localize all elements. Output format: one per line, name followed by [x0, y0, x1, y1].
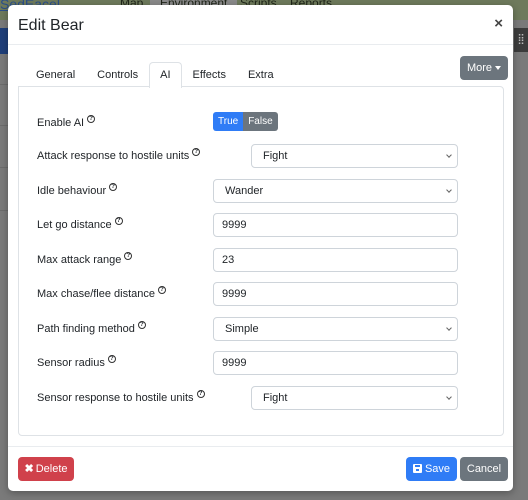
path-finding-label: Path finding method?	[37, 321, 146, 335]
attack-response-row: Attack response to hostile units? Fight	[37, 144, 503, 170]
max-chase-flee-input[interactable]: 9999	[213, 282, 458, 306]
sensor-radius-input[interactable]: 9999	[213, 351, 458, 375]
chevron-down-icon	[446, 394, 452, 400]
close-button[interactable]: ×	[494, 16, 503, 31]
tab-extra[interactable]: Extra	[237, 62, 285, 87]
chevron-down-icon	[446, 325, 452, 331]
tab-general[interactable]: General	[25, 62, 86, 87]
sensor-response-row: Sensor response to hostile units? Fight	[37, 386, 503, 412]
close-icon: ×	[494, 15, 503, 32]
sensor-radius-row: Sensor radius? 9999	[37, 351, 503, 377]
floppy-disk-icon	[412, 464, 422, 473]
edit-modal: Edit Bear × General Controls AI Effects …	[8, 5, 513, 491]
max-chase-flee-label: Max chase/flee distance?	[37, 286, 167, 300]
sensor-response-label: Sensor response to hostile units?	[37, 390, 205, 404]
help-icon[interactable]: ?	[87, 115, 96, 123]
ai-tab-panel: Enable AI? True False Attack response to…	[18, 86, 504, 436]
help-icon[interactable]: ?	[124, 252, 133, 260]
let-go-distance-row: Let go distance? 9999	[37, 213, 503, 239]
idle-behaviour-label: Idle behaviour?	[37, 183, 118, 197]
delete-button[interactable]: ✖ Delete	[18, 457, 74, 481]
enable-ai-label: Enable AI?	[37, 115, 96, 129]
max-attack-range-input[interactable]: 23	[213, 248, 458, 272]
idle-behaviour-row: Idle behaviour? Wander	[37, 179, 503, 205]
caret-down-icon	[495, 66, 502, 71]
delete-x-icon: ✖	[24, 463, 34, 475]
help-icon[interactable]: ?	[137, 321, 146, 329]
max-chase-flee-row: Max chase/flee distance? 9999	[37, 282, 503, 308]
more-dropdown-button[interactable]: More	[460, 56, 508, 80]
modal-title: Edit Bear	[18, 17, 84, 34]
idle-behaviour-select[interactable]: Wander	[213, 179, 458, 203]
help-icon[interactable]: ?	[158, 286, 167, 294]
attack-response-value: Fight	[263, 150, 288, 162]
tab-ai[interactable]: AI	[149, 62, 182, 88]
tab-bar: General Controls AI Effects Extra	[25, 62, 285, 88]
let-go-distance-label: Let go distance?	[37, 217, 123, 231]
path-finding-value: Simple	[225, 323, 259, 335]
max-attack-range-row: Max attack range? 23	[37, 248, 503, 274]
delete-label: Delete	[35, 463, 68, 475]
sensor-response-value: Fight	[263, 392, 288, 404]
path-finding-row: Path finding method? Simple	[37, 317, 503, 343]
help-icon[interactable]: ?	[196, 390, 205, 398]
help-icon[interactable]: ?	[109, 183, 118, 191]
tab-controls[interactable]: Controls	[86, 62, 149, 87]
max-attack-range-label: Max attack range?	[37, 252, 133, 266]
modal-header: Edit Bear ×	[8, 5, 513, 45]
chevron-down-icon	[446, 152, 452, 158]
idle-behaviour-value: Wander	[225, 185, 264, 197]
enable-ai-toggle: True False	[213, 112, 278, 131]
let-go-distance-input[interactable]: 9999	[213, 213, 458, 237]
attack-response-label: Attack response to hostile units?	[37, 148, 201, 162]
save-label: Save	[424, 463, 451, 475]
enable-ai-row: Enable AI? True False	[37, 111, 503, 137]
save-button[interactable]: Save	[406, 457, 457, 481]
background-grid-icon: ⣿	[514, 28, 528, 52]
help-icon[interactable]: ?	[114, 217, 123, 225]
help-icon[interactable]: ?	[192, 148, 201, 156]
help-icon[interactable]: ?	[107, 355, 116, 363]
enable-ai-true-button[interactable]: True	[213, 112, 244, 131]
chevron-down-icon	[446, 187, 452, 193]
modal-footer: ✖ Delete Save Cancel	[8, 446, 513, 491]
path-finding-select[interactable]: Simple	[213, 317, 458, 341]
enable-ai-false-button[interactable]: False	[243, 112, 278, 131]
tab-effects[interactable]: Effects	[182, 62, 237, 87]
cancel-button[interactable]: Cancel	[460, 457, 508, 481]
more-label: More	[466, 62, 493, 74]
attack-response-select[interactable]: Fight	[251, 144, 458, 168]
sensor-response-select[interactable]: Fight	[251, 386, 458, 410]
sensor-radius-label: Sensor radius?	[37, 355, 116, 369]
